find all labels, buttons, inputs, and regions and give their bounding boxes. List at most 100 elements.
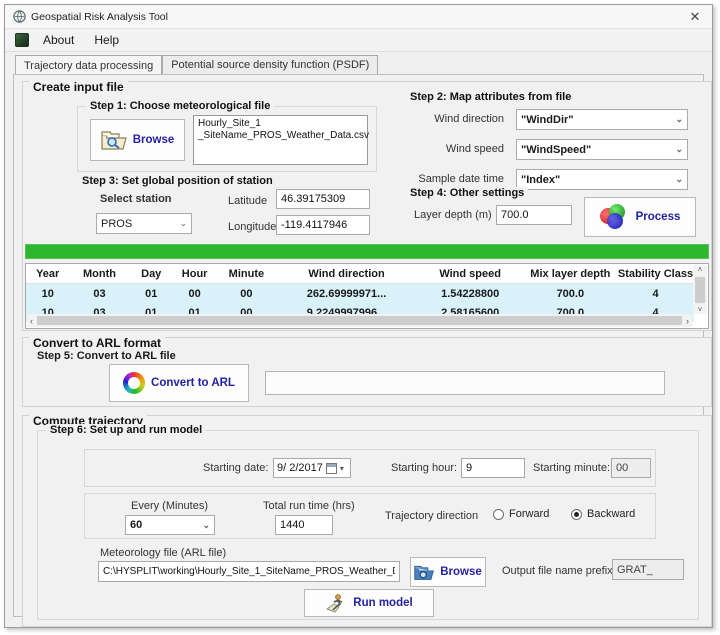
step4-group: Step 4: Other settings Layer depth (m) P… — [405, 194, 705, 242]
forward-radio[interactable]: Forward — [493, 508, 549, 520]
sample-date-time-label: Sample date time — [418, 173, 504, 185]
scroll-right-icon[interactable]: › — [686, 316, 689, 326]
wind-direction-combo[interactable]: "WindDir" ⌄ — [516, 109, 688, 130]
arl-browse-label: Browse — [440, 566, 482, 578]
about-icon — [15, 33, 29, 47]
starting-hour-label: Starting hour: — [391, 462, 457, 474]
run-settings-panel: Every (Minutes) 60 ⌄ Total run time (hrs… — [84, 493, 656, 539]
wind-speed-combo[interactable]: "WindSpeed" ⌄ — [516, 139, 688, 160]
latitude-label: Latitude — [228, 195, 267, 207]
process-label: Process — [636, 211, 681, 223]
every-minutes-combo[interactable]: 60 ⌄ — [125, 515, 215, 535]
step3-group: Step 3: Set global position of station S… — [77, 180, 377, 238]
starting-date-picker[interactable]: 9/ 2/2017 ▾ — [273, 458, 351, 478]
wind-speed-label: Wind speed — [446, 143, 504, 155]
col-wind-speed[interactable]: Wind speed — [417, 268, 524, 280]
col-year[interactable]: Year — [26, 268, 69, 280]
met-file-input[interactable] — [98, 561, 400, 582]
every-minutes-label: Every (Minutes) — [131, 500, 208, 512]
col-stability-class[interactable]: Stability Class — [617, 268, 694, 280]
col-wind-direction[interactable]: Wind direction — [276, 268, 416, 280]
tab-strip: Trajectory data processing Potential sou… — [5, 52, 712, 74]
met-csv-file-box[interactable]: Hourly_Site_1 _SiteName_PROS_Weather_Dat… — [193, 115, 368, 165]
step6-group: Step 6: Set up and run model Starting da… — [37, 430, 699, 620]
step1-title: Step 1: Choose meteorological file — [86, 100, 274, 112]
layer-depth-input[interactable] — [496, 205, 572, 225]
run-model-button[interactable]: Run model — [304, 589, 434, 617]
menu-bar: About Help — [5, 29, 712, 52]
menu-about[interactable]: About — [35, 30, 82, 50]
chevron-down-icon: ⌄ — [675, 144, 683, 155]
start-datetime-panel: Starting date: 9/ 2/2017 ▾ Starting hour… — [84, 449, 656, 487]
cell: 00 — [216, 288, 276, 300]
convert-arl-group: Convert to ARL format Step 5: Convert to… — [22, 337, 712, 407]
cell: 4 — [617, 288, 694, 300]
step2-title: Step 2: Map attributes from file — [406, 91, 575, 103]
scroll-left-icon[interactable]: ‹ — [30, 316, 33, 326]
met-csv-file-line1: Hourly_Site_1 — [198, 118, 363, 130]
radio-selected-icon — [571, 509, 582, 520]
folder-search-icon — [101, 129, 127, 151]
arl-browse-button[interactable]: Browse — [410, 557, 486, 587]
trajectory-direction-label: Trajectory direction — [385, 510, 478, 522]
running-person-icon — [325, 593, 347, 613]
starting-hour-input[interactable] — [461, 458, 525, 478]
close-button[interactable]: ✕ — [678, 5, 712, 29]
wind-speed-value: "WindSpeed" — [521, 144, 591, 156]
convert-to-arl-label: Convert to ARL — [151, 377, 235, 389]
starting-date-value: 9/ 2/2017 — [277, 462, 323, 474]
total-run-time-input[interactable] — [275, 515, 333, 535]
step2-group: Step 2: Map attributes from file Wind di… — [405, 94, 705, 190]
col-hour[interactable]: Hour — [173, 268, 216, 280]
scroll-down-icon[interactable]: ˅ — [698, 305, 703, 314]
horizontal-scroll-thumb[interactable] — [37, 316, 682, 325]
every-minutes-value: 60 — [130, 519, 142, 531]
app-icon — [13, 10, 26, 23]
arl-progress-bar — [265, 371, 665, 395]
sample-date-time-combo[interactable]: "Index" ⌄ — [516, 169, 688, 190]
menu-help[interactable]: Help — [86, 30, 127, 50]
backward-label: Backward — [587, 508, 635, 520]
vertical-scrollbar[interactable]: ˄ ˅ — [693, 265, 707, 314]
tab-page: Create input file Step 1: Choose meteoro… — [13, 74, 704, 617]
cell: 1.54228800 — [417, 288, 524, 300]
horizontal-scrollbar[interactable]: ‹ › — [27, 314, 692, 327]
process-button[interactable]: Process — [584, 197, 696, 237]
step4-title: Step 4: Other settings — [406, 187, 528, 199]
vertical-scroll-thumb[interactable] — [695, 277, 705, 303]
station-value: PROS — [101, 218, 132, 230]
col-mix-layer-depth[interactable]: Mix layer depth — [524, 268, 618, 280]
chevron-down-icon: ⌄ — [179, 218, 187, 229]
backward-radio[interactable]: Backward — [571, 508, 635, 520]
station-combo[interactable]: PROS ⌄ — [96, 213, 192, 234]
scroll-up-icon[interactable]: ˄ — [698, 265, 703, 274]
convert-to-arl-button[interactable]: Convert to ARL — [109, 364, 249, 402]
tab-psdf[interactable]: Potential source density function (PSDF) — [162, 55, 378, 74]
output-prefix-input[interactable] — [612, 559, 684, 580]
folder-search-icon — [414, 564, 434, 581]
radio-unselected-icon — [493, 509, 504, 520]
starting-minute-input[interactable] — [611, 458, 651, 478]
latitude-input[interactable] — [276, 189, 370, 209]
met-csv-file-line2: _SiteName_PROS_Weather_Data.csv — [198, 130, 363, 142]
color-ring-icon — [123, 372, 145, 394]
forward-label: Forward — [509, 508, 549, 520]
step1-group: Step 1: Choose meteorological file Brows… — [77, 106, 377, 172]
chevron-down-icon: ⌄ — [675, 114, 683, 125]
create-input-file-group: Create input file Step 1: Choose meteoro… — [22, 81, 712, 331]
col-minute[interactable]: Minute — [216, 268, 276, 280]
cell: 00 — [173, 288, 216, 300]
cell: 03 — [69, 288, 129, 300]
wind-direction-label: Wind direction — [434, 113, 504, 125]
table-row[interactable]: 10 03 01 00 00 262.69999971... 1.5422880… — [26, 284, 694, 303]
col-day[interactable]: Day — [130, 268, 173, 280]
col-month[interactable]: Month — [69, 268, 129, 280]
tab-trajectory-data-processing[interactable]: Trajectory data processing — [15, 55, 162, 75]
calendar-icon — [326, 463, 337, 474]
cell: 01 — [130, 288, 173, 300]
longitude-input[interactable] — [276, 215, 370, 235]
convert-arl-title: Convert to ARL format — [29, 337, 165, 349]
chevron-down-icon: ⌄ — [202, 520, 210, 531]
met-file-label: Meteorology file (ARL file) — [100, 547, 226, 559]
step1-browse-button[interactable]: Browse — [90, 119, 185, 161]
